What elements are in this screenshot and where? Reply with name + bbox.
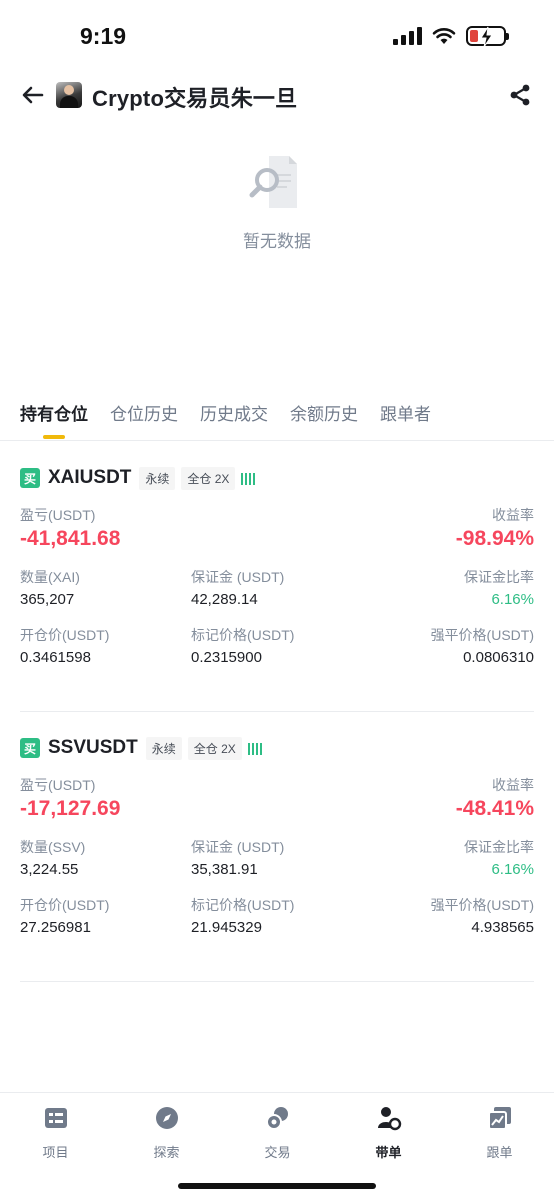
liquidation-price-label: 强平价格(USDT): [430, 897, 534, 913]
tab-balance-history[interactable]: 余额历史: [290, 400, 358, 439]
battery-icon: [466, 26, 509, 48]
position-card[interactable]: 买 SSVUSDT 永续 全仓 2X 盈亏(USDT) 收益率 -17,127.…: [20, 735, 534, 941]
buy-badge: 买: [20, 468, 40, 488]
margin-ratio-label: 保证金比率: [464, 839, 534, 855]
leverage-bars-icon: [241, 471, 256, 485]
status-icons: [393, 26, 509, 48]
mark-price-value: 0.2315900: [191, 649, 262, 666]
position-header: 买 SSVUSDT 永续 全仓 2X: [20, 735, 534, 761]
liquidation-price-value: 0.0806310: [463, 649, 534, 666]
position-card[interactable]: 买 XAIUSDT 永续 全仓 2X 盈亏(USDT) 收益率 -41,841.…: [20, 465, 534, 671]
nav-label: 探索: [153, 1145, 180, 1160]
nav-label: 交易: [264, 1145, 291, 1160]
copy-chart-icon: [487, 1107, 511, 1130]
empty-state: 暂无数据: [0, 152, 554, 252]
pnl-label: 盈亏(USDT): [20, 507, 96, 523]
margin-ratio-value: 6.16%: [491, 861, 534, 878]
entry-price-value: 0.3461598: [20, 649, 91, 666]
lead-trader-icon: [377, 1107, 401, 1131]
status-bar: 9:19: [0, 0, 554, 76]
cellular-signal-icon: [393, 27, 422, 45]
tab-position-history[interactable]: 仓位历史: [110, 400, 178, 439]
avatar: [56, 82, 82, 108]
leverage-bars-icon: [247, 741, 262, 755]
position-symbol: SSVUSDT: [48, 737, 138, 758]
wifi-icon: [432, 28, 456, 44]
nav-item-projects[interactable]: 项目: [0, 1105, 111, 1161]
share-icon[interactable]: [508, 83, 532, 107]
mark-price-value: 21.945329: [191, 919, 262, 936]
divider: [20, 711, 534, 712]
nav-item-explore[interactable]: 探索: [111, 1105, 222, 1161]
margin-mode-tag: 全仓 2X: [187, 736, 242, 760]
no-data-icon: [249, 156, 297, 208]
position-symbol: XAIUSDT: [48, 467, 132, 488]
nav-label: 跟单: [486, 1145, 513, 1160]
contract-type-tag: 永续: [145, 736, 182, 760]
nav-item-copy-trading[interactable]: 跟单: [444, 1105, 554, 1161]
entry-price-value: 27.256981: [20, 919, 91, 936]
quantity-value: 365,207: [20, 591, 75, 608]
list-icon: [44, 1108, 67, 1128]
roe-label: 收益率: [492, 507, 534, 523]
header: Crypto交易员朱一旦: [0, 76, 554, 118]
tab-trade-history[interactable]: 历史成交: [200, 400, 268, 439]
tab-followers[interactable]: 跟单者: [380, 400, 431, 439]
quantity-label: 数量(SSV): [20, 839, 86, 855]
margin-ratio-value: 6.16%: [491, 591, 534, 608]
divider: [0, 440, 554, 441]
nav-item-trade[interactable]: 交易: [222, 1105, 333, 1161]
pnl-value: -41,841.68: [20, 527, 121, 550]
roe-value: -48.41%: [455, 797, 534, 820]
margin-label: 保证金 (USDT): [191, 569, 285, 585]
back-arrow-icon[interactable]: [20, 82, 46, 108]
margin-value: 35,381.91: [191, 861, 258, 878]
tab-open-positions[interactable]: 持有仓位: [20, 400, 88, 439]
roe-label: 收益率: [492, 777, 534, 793]
margin-label: 保证金 (USDT): [191, 839, 285, 855]
roe-value: -98.94%: [455, 527, 534, 550]
pnl-label: 盈亏(USDT): [20, 777, 96, 793]
entry-price-label: 开仓价(USDT): [20, 897, 110, 913]
status-time: 9:19: [80, 23, 127, 49]
contract-type-tag: 永续: [139, 466, 176, 490]
trade-icon: [265, 1107, 288, 1130]
pnl-value: -17,127.69: [20, 797, 121, 820]
margin-mode-tag: 全仓 2X: [181, 466, 236, 490]
margin-value: 42,289.14: [191, 591, 258, 608]
tab-bar: 持有仓位 仓位历史 历史成交 余额历史 跟单者: [20, 400, 431, 439]
divider: [20, 981, 534, 982]
home-indicator: [178, 1183, 376, 1189]
page-title: Crypto交易员朱一旦: [92, 86, 298, 111]
mark-price-label: 标记价格(USDT): [191, 627, 295, 643]
quantity-value: 3,224.55: [20, 861, 79, 878]
nav-label: 带单: [375, 1145, 402, 1160]
position-header: 买 XAIUSDT 永续 全仓 2X: [20, 465, 534, 491]
mark-price-label: 标记价格(USDT): [191, 897, 295, 913]
liquidation-price-label: 强平价格(USDT): [430, 627, 534, 643]
margin-ratio-label: 保证金比率: [464, 569, 534, 585]
buy-badge: 买: [20, 738, 40, 758]
empty-state-text: 暂无数据: [243, 232, 311, 251]
compass-icon: [155, 1107, 178, 1129]
liquidation-price-value: 4.938565: [471, 919, 534, 936]
nav-label: 项目: [42, 1145, 69, 1160]
nav-item-lead-trading[interactable]: 带单: [333, 1105, 444, 1161]
entry-price-label: 开仓价(USDT): [20, 627, 110, 643]
quantity-label: 数量(XAI): [20, 569, 80, 585]
